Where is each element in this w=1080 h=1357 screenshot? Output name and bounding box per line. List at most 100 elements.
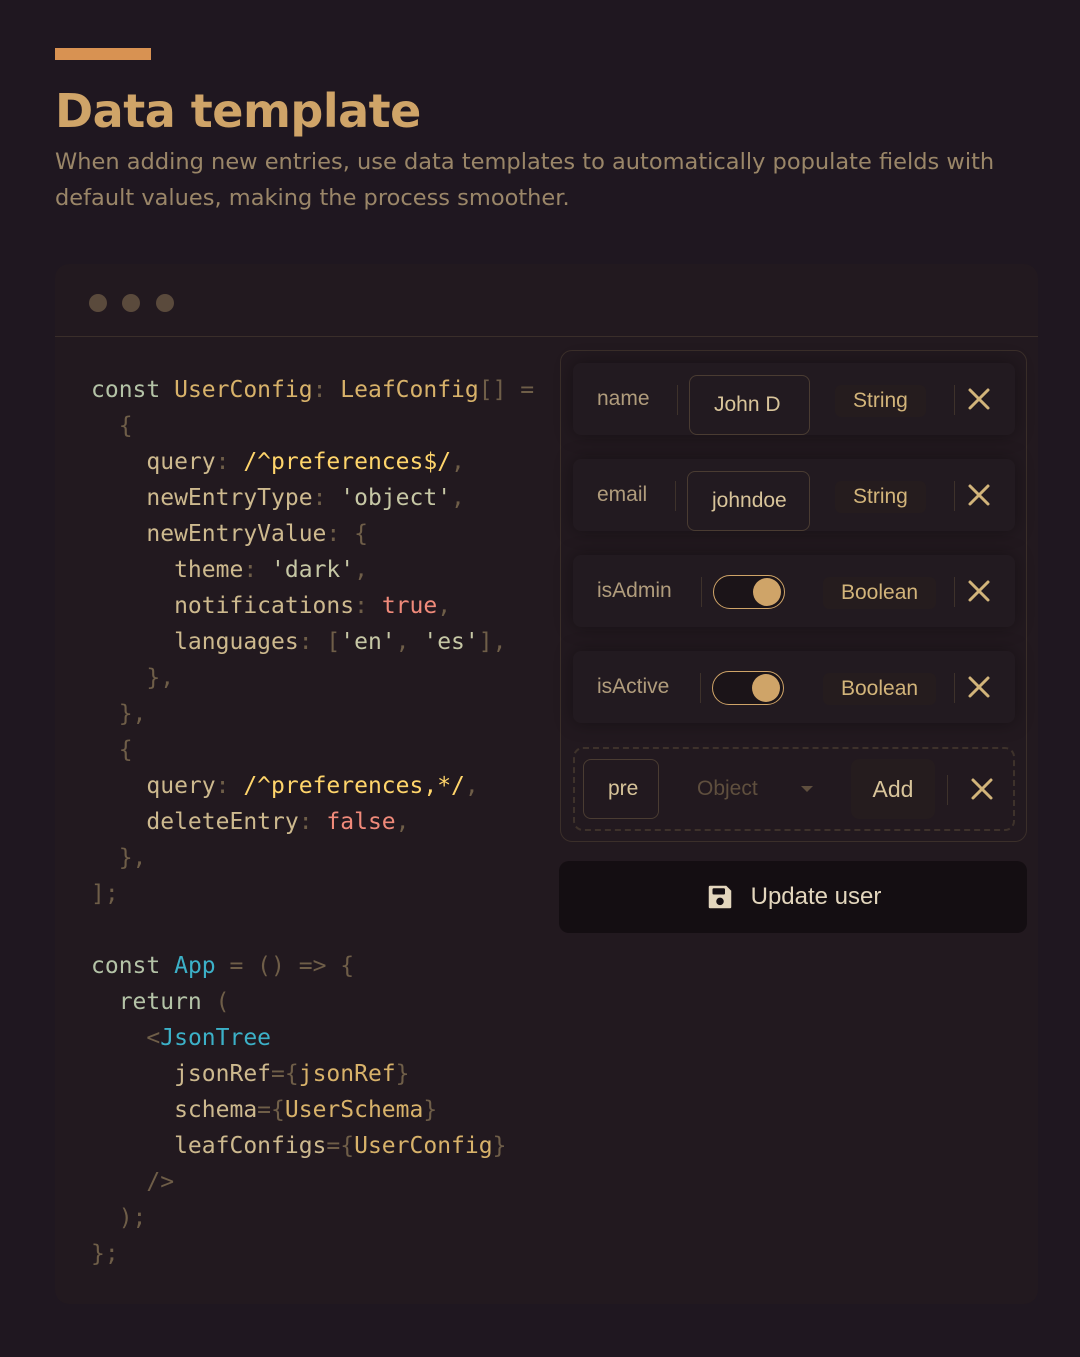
code-token: ,	[395, 629, 424, 655]
entry-value-input[interactable]: johndoe	[687, 471, 810, 531]
entry-toggle[interactable]	[712, 671, 784, 705]
code-line: />	[91, 1164, 534, 1200]
code-line: },	[91, 660, 534, 696]
code-token: ={	[257, 1097, 285, 1123]
code-token: UserSchema	[284, 1097, 424, 1123]
code-token: };	[91, 1241, 119, 1267]
code-token: LeafConfig	[340, 377, 479, 403]
code-token: }	[423, 1097, 438, 1123]
code-line: deleteEntry: false,	[91, 804, 534, 840]
code-token: UserConfig	[354, 1133, 493, 1159]
code-line: );	[91, 1200, 534, 1236]
entry-type-badge[interactable]: Boolean	[823, 577, 937, 609]
code-token: }	[492, 1133, 507, 1159]
save-icon	[708, 885, 731, 909]
json-tree-panel: name John D String email johndoe String …	[560, 350, 1027, 842]
code-token: leafConfigs	[91, 1133, 327, 1159]
new-entry-row: pre Object Add	[573, 747, 1015, 831]
code-token: newEntryValue	[91, 521, 327, 547]
code-token: schema	[91, 1097, 258, 1123]
divider	[700, 673, 701, 703]
divider	[677, 385, 678, 415]
toggle-knob	[753, 578, 781, 606]
code-token: theme	[91, 557, 244, 583]
code-line: };	[91, 1236, 534, 1272]
code-line: },	[91, 696, 534, 732]
window-control-dot	[156, 294, 174, 312]
close-icon[interactable]	[963, 575, 995, 607]
code-token: :	[312, 485, 341, 511]
new-entry-type-select[interactable]: Object	[673, 759, 833, 819]
entry-key: email	[597, 483, 648, 506]
code-token: 'en'	[340, 629, 396, 655]
code-token: ={	[271, 1061, 299, 1087]
entry-value-input[interactable]: John D	[689, 375, 810, 435]
divider	[954, 673, 955, 703]
divider	[701, 577, 702, 607]
accent-bar	[55, 48, 151, 60]
close-icon[interactable]	[963, 479, 995, 511]
code-line: leafConfigs={UserConfig}	[91, 1128, 534, 1164]
code-token: jsonRef	[91, 1061, 272, 1087]
code-token: UserConfig	[174, 377, 313, 403]
code-token: 'dark'	[271, 557, 355, 583]
window-control-dot	[89, 294, 107, 312]
code-token: }	[395, 1061, 410, 1087]
code-token: ,	[451, 449, 465, 475]
new-entry-key-input[interactable]: pre	[583, 759, 659, 819]
code-token: :	[215, 449, 244, 475]
code-line: {	[91, 732, 534, 768]
code-line: schema={UserSchema}	[91, 1092, 534, 1128]
code-token: :	[312, 377, 341, 403]
entry-row-isadmin: isAdmin Boolean	[573, 555, 1015, 627]
code-token: = () => {	[215, 953, 355, 979]
code-line: query: /^preferences$/,	[91, 444, 534, 480]
code-token: true	[381, 593, 438, 619]
close-icon[interactable]	[963, 671, 995, 703]
entry-type-badge[interactable]: String	[835, 481, 926, 513]
code-token: languages	[91, 629, 299, 655]
code-line: {	[91, 408, 534, 444]
code-token: :	[243, 557, 272, 583]
code-line: query: /^preferences,*/,	[91, 768, 534, 804]
code-token: },	[91, 665, 175, 691]
entry-row-isactive: isActive Boolean	[573, 651, 1015, 723]
code-token: <	[91, 1025, 161, 1051]
code-token: :	[215, 773, 244, 799]
entry-key: name	[597, 387, 650, 410]
code-token: : [	[298, 629, 341, 655]
code-token: JsonTree	[160, 1025, 272, 1051]
window-title-bar	[55, 264, 1038, 337]
toggle-knob	[752, 674, 780, 702]
code-line: const App = () => {	[91, 948, 534, 984]
code-line: ];	[91, 876, 534, 912]
close-icon[interactable]	[963, 383, 995, 415]
page-title: Data template	[55, 84, 421, 138]
code-line: languages: ['en', 'es'],	[91, 624, 534, 660]
entry-type-badge[interactable]: Boolean	[823, 673, 937, 705]
entry-type-badge[interactable]: String	[835, 385, 926, 417]
divider	[947, 775, 948, 805]
code-token: ,	[464, 773, 479, 799]
update-user-button[interactable]: Update user	[559, 861, 1027, 933]
code-token: jsonRef	[298, 1061, 396, 1087]
divider	[675, 481, 676, 511]
code-token: return	[91, 989, 216, 1015]
code-token: newEntryType	[91, 485, 313, 511]
type-select-placeholder: Object	[697, 777, 758, 800]
code-token: },	[91, 701, 147, 727]
entry-toggle[interactable]	[713, 575, 785, 609]
code-token: );	[91, 1205, 147, 1231]
code-token: ];	[91, 881, 119, 907]
code-token: ,	[395, 809, 410, 835]
code-line: jsonRef={jsonRef}	[91, 1056, 534, 1092]
code-token: ,	[354, 557, 368, 583]
code-token: query	[91, 449, 216, 475]
entry-key: isAdmin	[597, 579, 672, 602]
divider	[954, 385, 955, 415]
close-icon[interactable]	[966, 773, 998, 805]
update-user-label: Update user	[750, 883, 882, 910]
add-entry-button[interactable]: Add	[851, 759, 935, 819]
divider	[954, 481, 955, 511]
code-line: return (	[91, 984, 534, 1020]
